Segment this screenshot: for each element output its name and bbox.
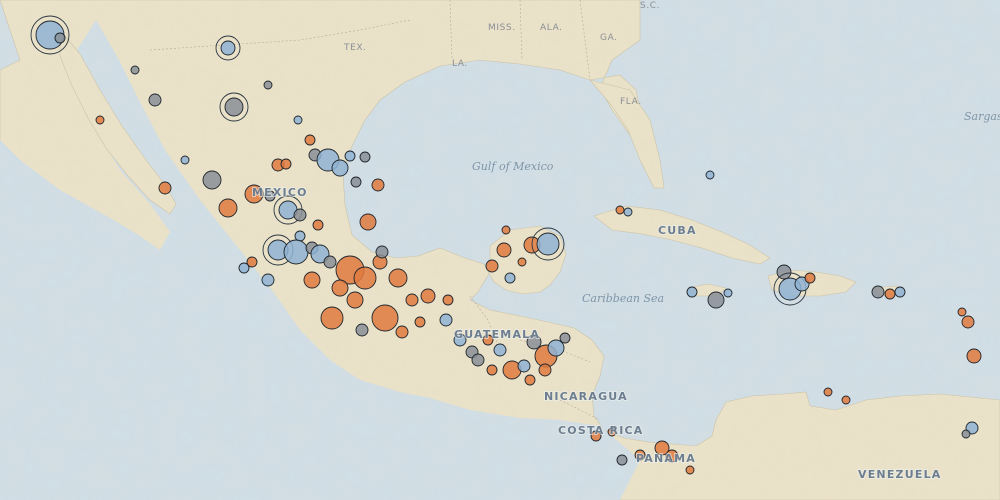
event-marker-blue[interactable] bbox=[536, 232, 560, 256]
event-marker-orange[interactable] bbox=[395, 325, 409, 339]
state-label-fla: FLA. bbox=[620, 97, 642, 107]
event-marker-gray[interactable] bbox=[871, 285, 885, 299]
event-marker-orange[interactable] bbox=[158, 181, 172, 195]
country-label-nicaragua: NICARAGUA bbox=[544, 390, 628, 403]
event-marker-blue[interactable] bbox=[294, 230, 306, 242]
event-marker-orange[interactable] bbox=[961, 315, 975, 329]
event-marker-gray[interactable] bbox=[559, 332, 571, 344]
event-marker-orange[interactable] bbox=[359, 213, 377, 231]
event-marker-orange[interactable] bbox=[218, 198, 238, 218]
event-marker-orange[interactable] bbox=[312, 219, 324, 231]
event-marker-orange[interactable] bbox=[486, 364, 498, 376]
event-marker-orange[interactable] bbox=[388, 268, 408, 288]
event-marker-gray[interactable] bbox=[202, 170, 222, 190]
event-marker-orange[interactable] bbox=[524, 374, 536, 386]
state-label-sc: S.C. bbox=[640, 1, 660, 11]
event-marker-orange[interactable] bbox=[685, 465, 695, 475]
event-marker-orange[interactable] bbox=[353, 266, 377, 290]
event-marker-orange[interactable] bbox=[303, 271, 321, 289]
event-marker-blue[interactable] bbox=[220, 40, 236, 56]
event-marker-blue[interactable] bbox=[547, 339, 565, 357]
event-marker-blue[interactable] bbox=[517, 359, 531, 373]
water-label-gulf-of-mexico: Gulf of Mexico bbox=[472, 160, 554, 173]
event-marker-blue[interactable] bbox=[504, 272, 516, 284]
event-marker-orange[interactable] bbox=[320, 306, 344, 330]
event-marker-gray[interactable] bbox=[293, 208, 307, 222]
event-marker-gray[interactable] bbox=[54, 32, 66, 44]
country-label-mexico: MEXICO bbox=[252, 186, 308, 199]
event-marker-orange[interactable] bbox=[346, 291, 364, 309]
state-label-ala: ALA. bbox=[540, 23, 563, 33]
event-marker-gray[interactable] bbox=[616, 454, 628, 466]
event-marker-orange[interactable] bbox=[405, 293, 419, 307]
event-marker-orange[interactable] bbox=[496, 242, 512, 258]
event-marker-orange[interactable] bbox=[331, 279, 349, 297]
event-marker-orange[interactable] bbox=[442, 294, 454, 306]
country-label-costa-rica: COSTA RICA bbox=[558, 424, 644, 437]
event-marker-gray[interactable] bbox=[350, 176, 362, 188]
event-marker-blue[interactable] bbox=[238, 262, 250, 274]
country-label-venezuela: VENEZUELA bbox=[858, 468, 942, 481]
event-marker-orange[interactable] bbox=[884, 288, 896, 300]
country-label-cuba: CUBA bbox=[658, 224, 697, 237]
map-root[interactable]: TEX. LA. MISS. ALA. GA. S.C. FLA. Gulf o… bbox=[0, 0, 1000, 500]
event-marker-blue[interactable] bbox=[331, 159, 349, 177]
event-marker-orange[interactable] bbox=[966, 348, 982, 364]
event-marker-orange[interactable] bbox=[957, 307, 967, 317]
water-label-sargas: Sargas bbox=[964, 110, 1000, 123]
water-label-caribbean-sea: Caribbean Sea bbox=[582, 292, 664, 305]
map-canvas[interactable]: TEX. LA. MISS. ALA. GA. S.C. FLA. Gulf o… bbox=[0, 0, 1000, 500]
event-marker-blue[interactable] bbox=[894, 286, 906, 298]
event-marker-orange[interactable] bbox=[615, 205, 625, 215]
country-label-panama: PANAMA bbox=[636, 452, 696, 465]
event-marker-orange[interactable] bbox=[501, 225, 511, 235]
event-marker-gray[interactable] bbox=[355, 323, 369, 337]
event-marker-blue[interactable] bbox=[180, 155, 190, 165]
event-marker-blue[interactable] bbox=[293, 115, 303, 125]
event-marker-blue[interactable] bbox=[723, 288, 733, 298]
event-marker-orange[interactable] bbox=[841, 395, 851, 405]
event-marker-orange[interactable] bbox=[371, 178, 385, 192]
country-label-guatemala: GUATEMALA bbox=[454, 328, 540, 341]
event-marker-gray[interactable] bbox=[471, 353, 485, 367]
event-marker-blue[interactable] bbox=[261, 273, 275, 287]
event-marker-blue[interactable] bbox=[283, 239, 309, 265]
event-marker-gray[interactable] bbox=[130, 65, 140, 75]
event-marker-orange[interactable] bbox=[420, 288, 436, 304]
event-marker-blue[interactable] bbox=[705, 170, 715, 180]
event-marker-orange[interactable] bbox=[517, 257, 527, 267]
event-marker-orange[interactable] bbox=[280, 158, 292, 170]
event-marker-orange[interactable] bbox=[304, 134, 316, 146]
event-marker-gray[interactable] bbox=[707, 291, 725, 309]
event-marker-blue[interactable] bbox=[439, 313, 453, 327]
state-label-la: LA. bbox=[452, 59, 468, 69]
event-marker-gray[interactable] bbox=[359, 151, 371, 163]
event-marker-orange[interactable] bbox=[371, 304, 399, 332]
event-marker-gray[interactable] bbox=[148, 93, 162, 107]
state-label-tex: TEX. bbox=[343, 43, 367, 53]
event-marker-blue[interactable] bbox=[344, 150, 356, 162]
event-marker-gray[interactable] bbox=[263, 80, 273, 90]
event-marker-orange[interactable] bbox=[414, 316, 426, 328]
event-marker-gray[interactable] bbox=[961, 429, 971, 439]
event-marker-gray[interactable] bbox=[323, 255, 337, 269]
state-label-miss: MISS. bbox=[488, 23, 516, 33]
event-marker-blue[interactable] bbox=[493, 343, 507, 357]
event-marker-orange[interactable] bbox=[823, 387, 833, 397]
state-label-ga: GA. bbox=[600, 33, 618, 43]
event-marker-orange[interactable] bbox=[538, 363, 552, 377]
event-marker-orange[interactable] bbox=[95, 115, 105, 125]
event-marker-blue[interactable] bbox=[623, 207, 633, 217]
event-marker-orange[interactable] bbox=[485, 259, 499, 273]
event-marker-gray[interactable] bbox=[375, 245, 389, 259]
event-marker-gray[interactable] bbox=[224, 97, 244, 117]
event-marker-orange[interactable] bbox=[804, 272, 816, 284]
event-marker-blue[interactable] bbox=[686, 286, 698, 298]
